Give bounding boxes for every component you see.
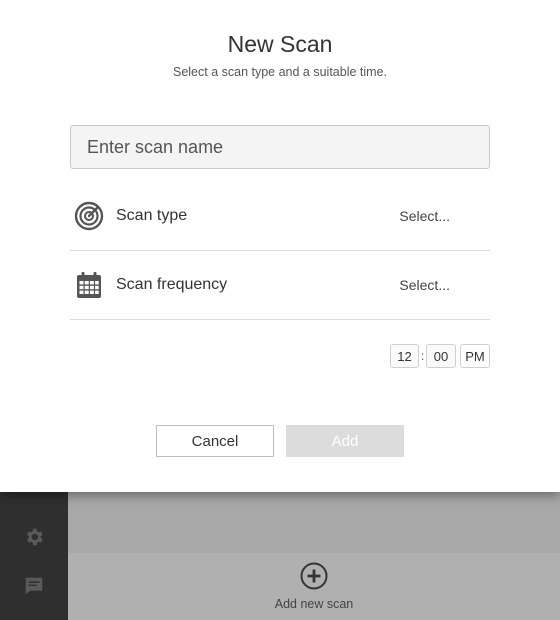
add-button[interactable]: Add — [286, 425, 404, 457]
scan-frequency-row[interactable]: Scan frequency Select... — [70, 251, 490, 320]
new-scan-modal: New Scan Select a scan type and a suitab… — [0, 0, 560, 492]
scan-frequency-label: Scan frequency — [116, 276, 228, 293]
minute-input[interactable]: 00 — [426, 344, 456, 368]
modal-title: New Scan — [227, 31, 333, 57]
gear-icon[interactable] — [22, 525, 46, 549]
chat-icon[interactable] — [22, 574, 46, 598]
scan-name-input[interactable] — [70, 125, 490, 169]
radar-icon — [74, 201, 104, 231]
scan-frequency-select[interactable]: Select... — [399, 277, 450, 293]
scan-type-label: Scan type — [116, 207, 188, 224]
modal-subtitle: Select a scan type and a suitable time. — [172, 65, 387, 79]
add-new-scan-label: Add new scan — [274, 597, 354, 611]
time-separator: : — [420, 349, 425, 363]
plus-circle-icon — [299, 561, 329, 591]
ampm-toggle[interactable]: PM — [460, 344, 490, 368]
calendar-icon — [74, 270, 104, 300]
scan-type-row[interactable]: Scan type Select... — [70, 182, 490, 251]
hour-input[interactable]: 12 — [390, 344, 419, 368]
scan-type-select[interactable]: Select... — [399, 208, 450, 224]
cancel-button[interactable]: Cancel — [156, 425, 274, 457]
add-new-scan-button[interactable]: Add new scan — [68, 553, 560, 620]
time-picker: 12 : 00 PM — [390, 344, 490, 368]
